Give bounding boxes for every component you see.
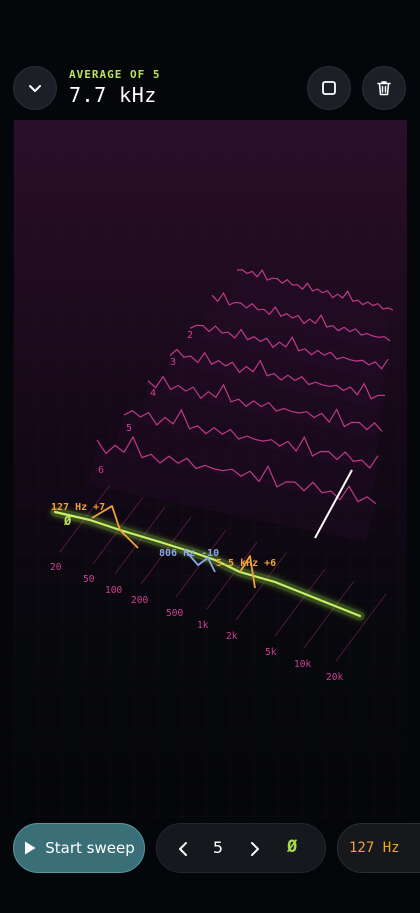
chevron-down-icon (29, 85, 41, 92)
next-button[interactable] (243, 837, 267, 861)
app: AVERAGE OF 5 7.7 kHz 2 3 4 5 6 127 Hz +7… (0, 0, 420, 913)
row-label-5: 5 (126, 423, 132, 434)
row-label-3: 3 (170, 357, 176, 368)
sweep-pager: 5 Ø (156, 823, 326, 873)
row-label-2: 2 (187, 330, 193, 341)
header: AVERAGE OF 5 7.7 kHz (0, 0, 420, 120)
freq-label-2k: 2k (226, 631, 238, 642)
row-label-6: 6 (98, 465, 104, 476)
chevron-left-icon (179, 842, 187, 856)
freq-label-20k: 20k (326, 672, 343, 683)
freq-label-1k: 1k (197, 620, 209, 631)
freq-label-500: 500 (166, 608, 183, 619)
average-label: AVERAGE OF 5 (69, 68, 161, 81)
frequency-chip[interactable]: 127 Hz (337, 823, 420, 873)
chevron-right-icon (251, 842, 259, 856)
freq-label-100: 100 (105, 585, 122, 596)
waterfall-svg: 2 3 4 5 6 127 Hz +7 Ø 806 Hz -10 5.5 kHz… (13, 120, 407, 820)
play-icon (25, 841, 36, 855)
row-label-4: 4 (150, 388, 156, 399)
freq-label-5k: 5k (265, 647, 277, 658)
stop-button[interactable] (307, 66, 351, 110)
waterfall-visualization[interactable]: 2 3 4 5 6 127 Hz +7 Ø 806 Hz -10 5.5 kHz… (0, 120, 420, 820)
frequency-value: 7.7 kHz (69, 83, 157, 107)
freq-label-50: 50 (83, 574, 95, 585)
start-sweep-button[interactable]: Start sweep (13, 823, 145, 873)
delete-button[interactable] (362, 66, 406, 110)
start-sweep-label: Start sweep (45, 839, 135, 857)
square-icon (322, 81, 336, 95)
annotation-high: 5.5 kHz +6 (216, 558, 276, 569)
freq-label-20: 20 (50, 562, 62, 573)
freq-label-200: 200 (131, 595, 148, 606)
annotation-low: 127 Hz +7 (51, 502, 105, 513)
annotation-phase: Ø (63, 514, 72, 528)
phase-toggle-button[interactable]: Ø (287, 837, 297, 857)
trash-icon (377, 81, 391, 96)
collapse-button[interactable] (13, 66, 57, 110)
previous-button[interactable] (171, 837, 195, 861)
sweep-count: 5 (212, 838, 224, 857)
freq-label-10k: 10k (294, 659, 311, 670)
bottom-toolbar: Start sweep 5 Ø 127 Hz (0, 820, 420, 913)
annotation-mid: 806 Hz -10 (159, 548, 219, 559)
